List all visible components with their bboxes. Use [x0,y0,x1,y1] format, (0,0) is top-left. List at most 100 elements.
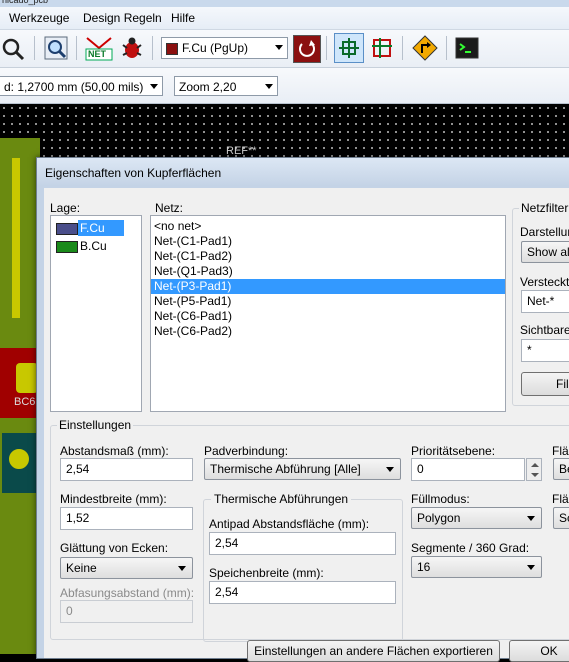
toolbar-separator [152,36,153,60]
spin-up-icon [531,463,539,467]
net-item[interactable]: Net-(C6-Pad2) [151,324,505,339]
net-item[interactable]: Net-(P5-Pad1) [151,294,505,309]
copper-zone-properties-dialog: Eigenschaften von Kupferflächen Lage: F.… [36,157,569,662]
window-title-strip: nicado_pcb [0,0,569,7]
net-item[interactable]: Net-(C1-Pad1) [151,234,505,249]
zoom-fit-icon[interactable] [0,34,28,62]
antipad-value: 2,54 [215,536,239,550]
menu-design-regeln[interactable]: Design Regeln [83,11,162,25]
bug-drc-icon[interactable] [118,34,146,62]
layer-color-swatch [56,223,78,235]
menu-bar: Werkzeuge Design Regeln Hilfe [0,7,569,30]
pad-connection-select[interactable]: Thermische Abführung [Alle] [204,458,401,480]
track [12,158,20,318]
smoothing-value: Keine [66,561,97,575]
fill-mode-select[interactable]: Polygon [411,507,542,529]
spoke-width-field[interactable]: 2,54 [209,581,396,604]
area-option-label-1: Fläc [552,444,569,458]
min-width-field[interactable]: 1,52 [60,507,193,530]
pad-connection-value: Thermische Abführung [Alle] [210,462,361,476]
net-item[interactable]: Net-(Q1-Pad3) [151,264,505,279]
menu-hilfe[interactable]: Hilfe [171,11,195,25]
net-item[interactable]: Net-(C6-Pad1) [151,309,505,324]
net-filter-title: Netzfilter [519,201,569,215]
visible-nets-value: * [527,343,532,357]
clearance-value: 2,54 [66,462,90,476]
thermal-group-title: Thermische Abführungen [211,492,352,506]
area-option-select-2[interactable]: Sc [553,507,569,529]
zoom-value: Zoom 2,20 [179,80,237,94]
layer-select[interactable]: F.Cu (PgUp) [161,37,288,59]
route-icon[interactable] [368,34,396,62]
autoplace-icon[interactable] [334,33,364,63]
zoom-select[interactable]: Zoom 2,20 [174,76,278,96]
layer-item-label: B.Cu [80,239,107,253]
layer-list[interactable]: F.Cu B.Cu [50,215,142,412]
priority-spinner[interactable] [526,458,542,481]
dialog-titlebar[interactable]: Eigenschaften von Kupferflächen [37,158,569,186]
clearance-label: Abstandsmaß (mm): [60,444,169,458]
component-label: BC6 [14,396,36,408]
toolbar-separator [34,36,35,60]
chevron-down-icon [275,45,283,50]
main-toolbar: NET F.Cu (PgUp) [0,30,569,68]
net-item[interactable]: <no net> [151,219,505,234]
track-width-select[interactable]: d: 1,2700 mm (50,00 mils) [0,76,163,96]
chamfer-field[interactable]: 0 [60,600,193,623]
direction-sign-icon[interactable] [411,34,439,62]
pad [6,446,32,472]
secondary-toolbar: d: 1,2700 mm (50,00 mils) Zoom 2,20 [0,68,569,104]
chevron-down-icon [265,84,273,89]
chamfer-value: 0 [66,604,73,618]
terminal-icon[interactable] [453,34,481,62]
smoothing-select[interactable]: Keine [60,557,193,579]
antipad-field[interactable]: 2,54 [209,532,396,555]
netlist-icon-label: NET [88,49,106,59]
visible-nets-field[interactable]: * [521,339,569,362]
ok-button[interactable]: OK [509,640,569,662]
priority-value: 0 [417,462,424,476]
chevron-down-icon [178,566,186,571]
netlist-icon[interactable]: NET [84,34,114,62]
min-width-value: 1,52 [66,511,90,525]
net-list[interactable]: <no net> Net-(C1-Pad1) Net-(C1-Pad2) Net… [150,215,506,412]
layer-color-swatch [56,241,78,253]
find-icon[interactable] [42,34,70,62]
export-settings-button[interactable]: Einstellungen an andere Flächen exportie… [247,640,500,662]
spoke-width-label: Speichenbreite (mm): [209,566,324,580]
display-filter-label: Darstellun [520,225,569,239]
pcb-board-area: BC6 [0,138,40,654]
layer-select-value: F.Cu (PgUp) [182,41,249,55]
priority-label: Prioritätsebene: [411,444,496,458]
net-item-selected[interactable]: Net-(P3-Pad1) [151,279,505,294]
display-filter-select[interactable]: Show all [521,241,569,263]
antipad-label: Antipad Abstandsfläche (mm): [209,517,370,531]
segments-label: Segmente / 360 Grad: [411,541,530,555]
layer-item-fcu[interactable]: F.Cu [56,220,124,236]
layer-item-bcu[interactable]: B.Cu [56,238,116,254]
fill-mode-value: Polygon [417,511,461,525]
layer-label: Lage: [50,201,81,215]
pad-connection-label: Padverbindung: [204,444,289,458]
apply-filter-button[interactable]: Fil [521,372,569,396]
hidden-nets-field[interactable]: Net-* [521,290,569,313]
area-option-label-2: Fläc [552,492,569,506]
toolbar-separator [402,36,403,60]
visible-nets-label: Sichtbare [520,323,569,337]
clearance-field[interactable]: 2,54 [60,458,193,481]
layer-pair-icon[interactable] [293,35,321,63]
layer-color-swatch [166,42,178,55]
area-option-value-1: Be [559,462,569,476]
area-option-select-1[interactable]: Be [553,458,569,480]
smoothing-label: Glättung von Ecken: [60,541,169,555]
menu-werkzeuge[interactable]: Werkzeuge [9,11,69,25]
area-option-value-2: Sc [559,511,569,525]
window-title: nicado_pcb [2,0,49,5]
dialog-title: Eigenschaften von Kupferflächen [45,166,222,180]
segments-select[interactable]: 16 [411,556,542,578]
hidden-nets-label: Versteckte [520,275,569,289]
net-item[interactable]: Net-(C1-Pad2) [151,249,505,264]
chamfer-label: Abfasungsabstand (mm): [60,586,195,600]
priority-field[interactable]: 0 [411,458,525,481]
spin-down-icon [531,473,539,477]
